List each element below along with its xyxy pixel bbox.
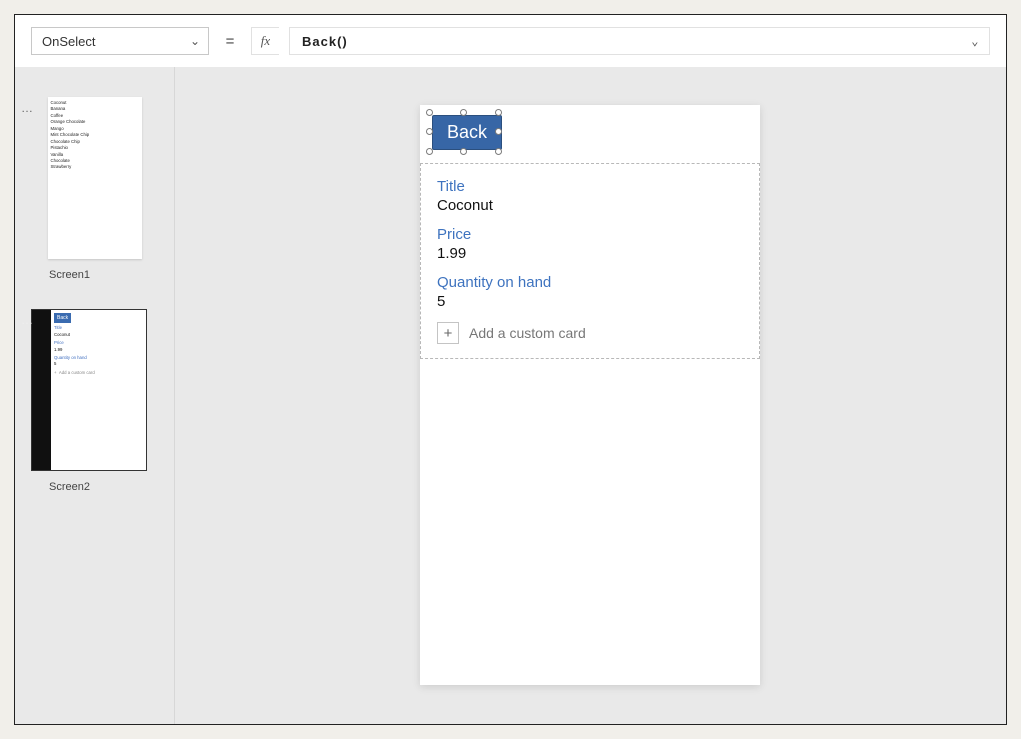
field-label-price: Price: [437, 226, 743, 243]
more-icon[interactable]: …: [21, 101, 32, 115]
mini-label: Quantity on hand: [54, 355, 143, 362]
mini-value: Coconut: [54, 332, 143, 339]
mini-value: 5: [54, 361, 143, 368]
field-value-price: 1.99: [437, 245, 743, 262]
screen2-preview: Back Title Coconut Price 1.99 Quantity o…: [31, 309, 147, 471]
selection-strip: [32, 310, 51, 470]
screen2-label: Screen2: [49, 481, 174, 493]
fx-icon[interactable]: fx: [251, 27, 279, 55]
chevron-down-icon: ⌄: [190, 34, 200, 48]
screen-thumbnail[interactable]: … Coconut Banana Coffee Orange Chocolate…: [15, 97, 174, 281]
phone-canvas[interactable]: Back Title Coconut Price 1.99: [420, 105, 760, 685]
display-form[interactable]: Title Coconut Price 1.99 Quantity on han…: [420, 163, 760, 359]
screen1-preview: Coconut Banana Coffee Orange Chocolate M…: [48, 97, 142, 259]
canvas-area[interactable]: Back Title Coconut Price 1.99: [175, 67, 1006, 724]
screens-panel: … Coconut Banana Coffee Orange Chocolate…: [15, 67, 175, 724]
chevron-down-icon[interactable]: ⌄: [971, 34, 979, 48]
plus-icon: +: [437, 322, 459, 344]
field-label-quantity: Quantity on hand: [437, 274, 743, 291]
property-dropdown[interactable]: OnSelect ⌄: [31, 27, 209, 55]
mini-label: Price: [54, 340, 143, 347]
back-button-label: Back: [447, 122, 487, 142]
mini-add-custom: + Add a custom card: [54, 370, 143, 377]
formula-input[interactable]: Back() ⌄: [289, 27, 990, 55]
property-dropdown-value: OnSelect: [42, 34, 95, 49]
screen1-label: Screen1: [49, 269, 174, 281]
back-button[interactable]: Back: [432, 115, 502, 150]
formula-bar: OnSelect ⌄ = fx Back() ⌄: [15, 15, 1006, 67]
workspace: … Coconut Banana Coffee Orange Chocolate…: [15, 67, 1006, 724]
add-custom-card[interactable]: + Add a custom card: [437, 322, 743, 344]
add-custom-label: Add a custom card: [469, 325, 586, 341]
formula-value: Back(): [302, 34, 348, 49]
screen-thumbnail-selected[interactable]: … Back Title Coconut Price 1.99 Quantity…: [15, 309, 174, 493]
back-button-mini: Back: [54, 313, 71, 323]
field-value-quantity: 5: [437, 293, 743, 310]
field-label-title: Title: [437, 178, 743, 195]
more-icon[interactable]: …: [21, 313, 32, 327]
field-value-title: Coconut: [437, 197, 743, 214]
list-item: Strawberry: [51, 164, 139, 170]
mini-label: Title: [54, 325, 143, 332]
app-frame: OnSelect ⌄ = fx Back() ⌄ … Coconut Banan…: [14, 14, 1007, 725]
equals-label: =: [219, 27, 241, 55]
mini-value: 1.99: [54, 347, 143, 354]
